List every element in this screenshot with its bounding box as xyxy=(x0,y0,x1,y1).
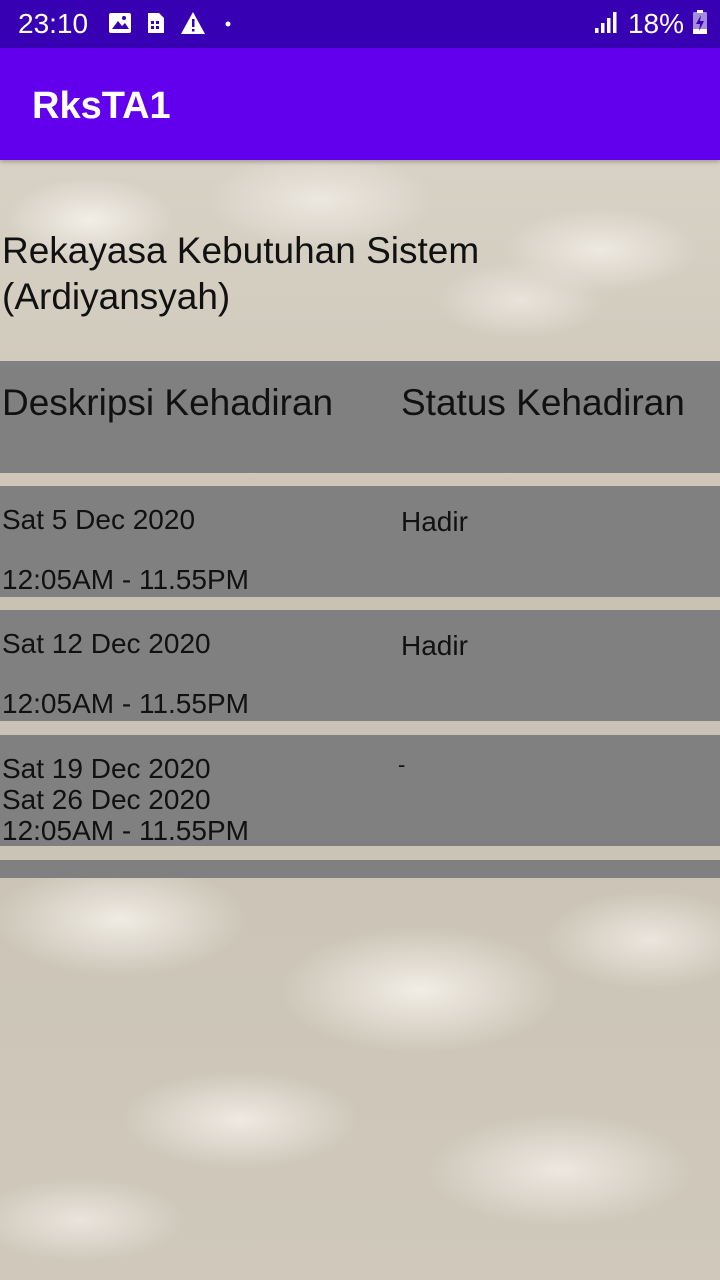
row-date-secondary: Sat 26 Dec 2020 xyxy=(2,784,211,815)
row-status: Hadir xyxy=(401,506,468,537)
sim-card-icon xyxy=(146,11,166,40)
row-time: 12:05AM - 11.55PM xyxy=(2,564,249,595)
signal-icon xyxy=(594,10,620,39)
app-bar: RksTA1 xyxy=(0,48,720,160)
header-status: Status Kehadiran xyxy=(401,382,685,423)
row-status: Hadir xyxy=(401,630,468,661)
row-time: 12:05AM - 11.55PM xyxy=(2,815,249,846)
app-title: RksTA1 xyxy=(32,85,171,127)
course-title-line1: Rekayasa Kebutuhan Sistem xyxy=(2,230,480,271)
row-status: - xyxy=(398,752,406,777)
attendance-row-partial xyxy=(0,860,720,878)
row-date: Sat 5 Dec 2020 xyxy=(2,504,196,535)
status-time: 23:10 xyxy=(18,8,89,39)
screen: 23:10 18% RksTA1 Rekayasa Kebutuhan Sist… xyxy=(0,0,720,1280)
battery-charging-icon xyxy=(692,9,708,40)
status-icons-left xyxy=(108,11,236,40)
attendance-row[interactable]: Sat 5 Dec 2020 12:05AM - 11.55PM Hadir xyxy=(0,486,720,597)
row-date: Sat 19 Dec 2020 xyxy=(2,753,211,784)
attendance-table-header: Deskripsi Kehadiran Status Kehadiran xyxy=(0,361,720,473)
attendance-row[interactable]: Sat 19 Dec 2020 Sat 26 Dec 2020 12:05AM … xyxy=(0,735,720,846)
row-date: Sat 12 Dec 2020 xyxy=(2,628,211,659)
battery-percent: 18% xyxy=(627,8,684,39)
header-description: Deskripsi Kehadiran xyxy=(2,382,334,423)
attendance-row[interactable]: Sat 12 Dec 2020 12:05AM - 11.55PM Hadir xyxy=(0,610,720,721)
status-icons-right: 18% xyxy=(594,8,708,40)
course-title-line2: (Ardiyansyah) xyxy=(2,276,231,317)
row-time: 12:05AM - 11.55PM xyxy=(2,688,249,719)
status-bar: 23:10 18% xyxy=(0,0,720,48)
warning-icon xyxy=(180,11,206,40)
course-title: Rekayasa Kebutuhan Sistem (Ardiyansyah) xyxy=(2,228,702,320)
dot-icon xyxy=(220,11,236,40)
image-icon xyxy=(108,12,132,39)
